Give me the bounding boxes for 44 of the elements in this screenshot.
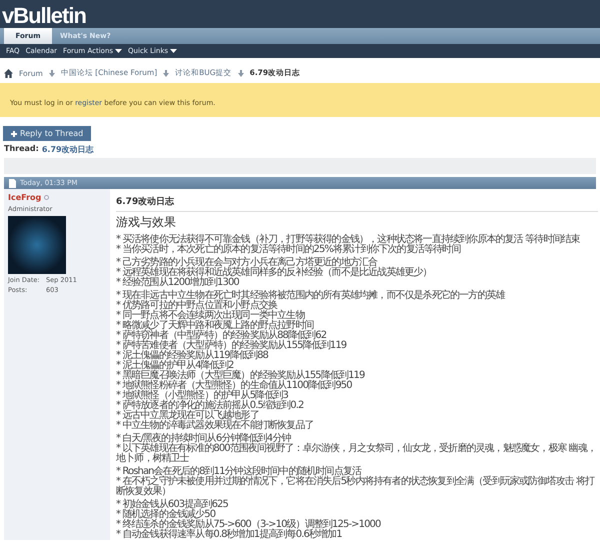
username-link[interactable]: IceFrog (8, 193, 42, 202)
plus-icon (11, 130, 17, 136)
changelog-line: * 当你买活时，本次死亡的原本的复活等待时间的25%将累计到你下次的复活等待时间 (116, 245, 462, 255)
changelog-line: * 自动金钱获得速率从每0.8秒增加1提高到每0.6秒增加1 (116, 530, 343, 540)
changelog-line: * 萨特窃神者（中型萨特）的经验奖励从88降低到62 (116, 331, 326, 341)
post-title: 6.79改动日志 (116, 195, 598, 212)
changelog-line: * 中立生物的淬毒武器效果现在不能打断恢复品了 (116, 421, 314, 431)
changelog-line: * 经验范围从1200增加到1300 (116, 278, 240, 288)
changelog-line: * 萨特苦难使者（大型萨特）的经验奖励从155降低到119 (116, 341, 348, 351)
changelog-line: * 黑暗巨魔召唤法师（大型巨魔）的经验奖励从155降低到119 (116, 371, 366, 381)
changelog-line: * 远古中立黑龙现在可以飞越地形了 (116, 411, 259, 421)
reply-button[interactable]: Reply to Thread (3, 126, 92, 141)
changelog-line: * 泥土傀儡的护甲从4降低到2 (116, 361, 234, 371)
changelog-line: * 在不朽之守护未被使用并过期的情况下，它将在消失后5秒内将持有者的状态恢复到全满（受到玩家或防御塔攻击 将打断恢复效果） (116, 477, 596, 497)
changelog-line: * 远程英雄现在将获得和近战英雄同样多的反补经验（而不是比近战英雄更少） (116, 268, 433, 278)
changelog-line: * 泥土傀儡的经验奖励从119降低到88 (116, 351, 270, 361)
changelog-line: * 地狱熊怪（小型熊怪）的护甲从5降低到3 (116, 391, 288, 401)
changelog-line: * 初始金钱从603提高到625 (116, 500, 229, 510)
post-heading: 游戏与效果 (116, 214, 177, 231)
document-icon (9, 178, 16, 188)
changelog-line: * 白天/黑夜的持续时间从6分钟降低到4分钟 (116, 434, 291, 444)
home-icon[interactable] (4, 68, 13, 78)
changelog-line: * 现在非远古中立生物在死亡时其经验将被范围内的所有英雄均摊，而不仅是杀死它的一方的英雄 (116, 291, 506, 301)
thread-label: Thread: (4, 144, 39, 155)
changelog-line: * 萨特放逐者的净化的施法前摇从0.5缩短到0.2 (116, 401, 304, 411)
changelog-line: * 地狱熊怪粉碎者（大型熊怪）的生命值从1100降低到950 (116, 381, 353, 391)
avatar-placeholder (8, 216, 66, 274)
changelog-line: * 以下英雄现在有标准的800范围夜间视野了：卓尔游侠，月之女祭司，仙女龙，受折磨的灵魂，魅惑魔女，极寒 幽魂，地卜师，树精卫士 (116, 444, 598, 464)
arrow-icon (238, 70, 244, 76)
arrow-icon (48, 70, 55, 76)
arrow-icon (163, 70, 170, 76)
status-icon (44, 195, 50, 200)
changelog-line: * 同一野点将不会连续两次出现同一类中立生物 (116, 311, 305, 321)
changelog-line: * Roshan会在死后的8到11分钟这段时间中的随机时间点复活 (116, 467, 362, 477)
changelog-line: * 终结连杀的金钱奖励从75->600（3->10级）调整到125->1000 (116, 520, 382, 530)
changelog-line: * 己方劣势路的小兵现在会与对方小兵在离己方塔更近的地方汇合 (116, 258, 378, 268)
logo[interactable]: vBulletin (0, 4, 86, 28)
changelog-line: * 优势路可拉的中野点位置和小野点交换 (116, 301, 278, 311)
changelog-line: * 略微减少了天辉中路和夜魇上路的野点拉野时间 (116, 321, 314, 331)
changelog-line: * 买活将使你无法获得不可靠金钱（补刀，打野等获得的金钱），这种状态将一直持续到你原本的复活 等待时间结束 (116, 235, 581, 245)
changelog-line: * 随机选择的金钱减少50 (116, 510, 216, 520)
caret-icon (170, 49, 178, 53)
caret-icon (115, 49, 122, 53)
thread-title-link[interactable]: 6.79改动日志 (42, 144, 94, 155)
